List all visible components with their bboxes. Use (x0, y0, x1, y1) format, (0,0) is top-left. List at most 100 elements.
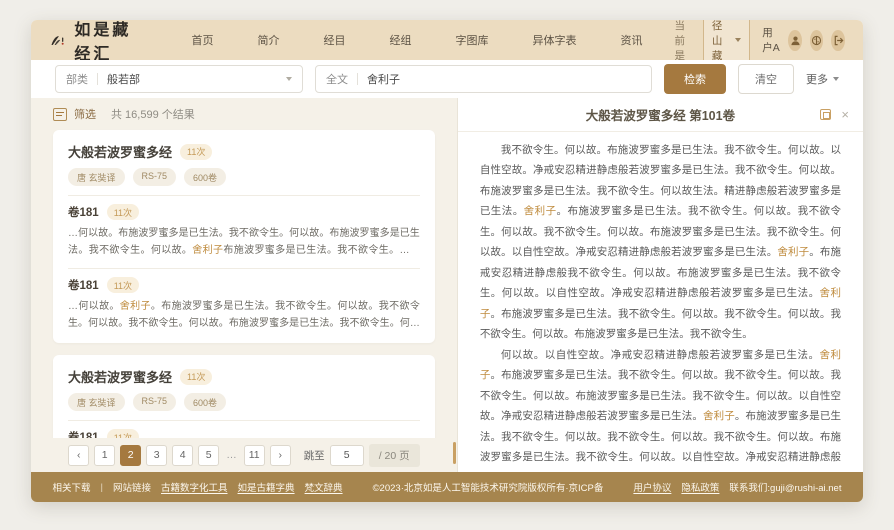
chevron-down-icon (286, 77, 292, 81)
reader-panel: 大般若波罗蜜多经 第101卷 × 我不欲令生。何以故。布施波罗蜜多是已生法。我不… (458, 98, 863, 472)
keyword-highlight: 舍利子 (703, 410, 735, 422)
clear-button[interactable]: 清空 (738, 64, 794, 94)
reader-header: 大般若波罗蜜多经 第101卷 × (458, 98, 863, 132)
volume-row: 卷181 11次 (68, 204, 420, 220)
footer-link[interactable]: 隐私政策 (681, 480, 719, 494)
settings-button[interactable] (810, 30, 824, 51)
current-edition-label: 当前是 (675, 20, 695, 63)
volume-label: 卷181 (68, 429, 99, 438)
footer-link[interactable]: 梵文辞典 (305, 480, 343, 494)
fulltext-field: 全文 (315, 65, 652, 93)
footer-left-links: 相关下载|网站链接古籍数字化工具如是古籍字典梵文辞典 (53, 480, 343, 494)
pagination-prev[interactable]: ‹ (68, 445, 89, 466)
footer-link: 网站链接 (113, 480, 151, 494)
meta-tag: 600卷 (184, 393, 226, 411)
open-original-icon[interactable] (820, 109, 831, 120)
pagination-page-2[interactable]: 2 (120, 445, 141, 466)
meta-tag: 600卷 (184, 168, 226, 186)
match-count-badge: 11次 (180, 369, 212, 385)
result-card[interactable]: 大般若波罗蜜多经 11次 唐 玄奘译RS-75600卷 卷181 11次 …何以… (53, 130, 435, 343)
filter-icon[interactable] (53, 108, 67, 121)
meta-tag: 唐 玄奘译 (68, 393, 125, 411)
close-icon[interactable]: × (841, 108, 849, 121)
volume-sections: 卷181 11次 …何以故。布施波罗蜜多是已生法。我不欲令生。何以故。布施波罗蜜… (68, 195, 420, 341)
pagination-page-3[interactable]: 3 (146, 445, 167, 466)
snippet-text: …何以故。舍利子。布施波罗蜜多是已生法。我不欲令生。何以故。我不欲令生。何以故。… (68, 298, 420, 332)
fulltext-input[interactable] (367, 73, 641, 85)
pagination-next[interactable]: › (270, 445, 291, 466)
volume-section[interactable]: 卷181 11次 …何以故。舍利子。布施波罗蜜多是已生法。我不欲令生。何以故。我… (68, 268, 420, 341)
total-pages-label: / 20 页 (369, 444, 420, 467)
more-label: 更多 (806, 71, 828, 87)
logout-icon (833, 35, 844, 46)
edition-value: 径山藏 (712, 20, 727, 63)
pagination-page-5[interactable]: 5 (198, 445, 219, 466)
result-title-row: 大般若波罗蜜多经 11次 (68, 367, 420, 386)
keyword-highlight: 舍利子 (192, 245, 223, 256)
scripture-paragraph: 何以故。以自性空故。净戒安忍精进静虑般若波罗蜜多是已生法。舍利子。布施波罗蜜多是… (480, 345, 841, 472)
logout-button[interactable] (831, 30, 845, 51)
footer-right-links: 用户协议隐私政策联系我们:guji@rushi-ai.net (633, 480, 841, 494)
nav-item-5[interactable]: 字图库 (434, 32, 511, 48)
scrollbar-thumb[interactable] (453, 442, 456, 464)
nav-item-1[interactable]: 首页 (170, 32, 236, 48)
volume-label: 卷181 (68, 204, 99, 220)
volume-row: 卷181 11次 (68, 277, 420, 293)
chevron-down-icon (833, 77, 839, 81)
top-navigation-bar: 如是藏经汇 首页简介经目经组字图库异体字表资讯 当前是 径山藏 用户A (31, 20, 863, 60)
match-count-badge: 11次 (180, 144, 212, 160)
result-card[interactable]: 大般若波罗蜜多经 11次 唐 玄奘译RS-75600卷 卷181 11次 …何以… (53, 355, 435, 438)
nav-item-6[interactable]: 异体字表 (511, 32, 599, 48)
volume-section[interactable]: 卷181 11次 …何以故。布施波罗蜜多是已生法。我不欲令生。何以故。布施波罗蜜… (68, 195, 420, 268)
username-label: 用户A (762, 25, 780, 55)
result-title[interactable]: 大般若波罗蜜多经 (68, 142, 172, 161)
category-select[interactable]: 部类 般若部 (55, 65, 303, 93)
jump-page-input[interactable] (330, 445, 364, 466)
volume-section[interactable]: 卷181 11次 …何以故。布施波罗蜜多是已生法。我不欲令生。何以故。布施波罗蜜… (68, 420, 420, 438)
results-panel: 筛选 共 16,599 个结果 大般若波罗蜜多经 11次 唐 玄奘译RS-756… (31, 98, 458, 472)
footer-link[interactable]: 用户协议 (633, 480, 671, 494)
user-avatar-button[interactable] (788, 30, 802, 51)
keyword-highlight: 舍利子 (120, 301, 151, 312)
nav-item-7[interactable]: 资讯 (599, 32, 665, 48)
result-title-row: 大般若波罗蜜多经 11次 (68, 142, 420, 161)
settings-icon (811, 35, 822, 46)
snippet-text: …何以故。布施波罗蜜多是已生法。我不欲令生。何以故。布施波罗蜜多是已生法。我不欲… (68, 225, 420, 259)
nav-item-4[interactable]: 经组 (368, 32, 434, 48)
results-count: 共 16,599 个结果 (111, 106, 195, 122)
footer: 相关下载|网站链接古籍数字化工具如是古籍字典梵文辞典©2023·北京如是人工智能… (31, 472, 863, 502)
category-value: 般若部 (107, 71, 140, 87)
results-header: 筛选 共 16,599 个结果 (31, 98, 457, 128)
nav-item-3[interactable]: 经目 (302, 32, 368, 48)
keyword-highlight: 舍利子 (524, 205, 557, 217)
more-button[interactable]: 更多 (806, 71, 839, 87)
search-button[interactable]: 检索 (664, 64, 726, 94)
footer-link[interactable]: 古籍数字化工具 (161, 480, 228, 494)
volume-sections: 卷181 11次 …何以故。布施波罗蜜多是已生法。我不欲令生。何以故。布施波罗蜜… (68, 420, 420, 438)
nav-item-2[interactable]: 简介 (236, 32, 302, 48)
pagination-page-1[interactable]: 1 (94, 445, 115, 466)
pagination-page-4[interactable]: 4 (172, 445, 193, 466)
result-title[interactable]: 大般若波罗蜜多经 (68, 367, 172, 386)
app-window: 如是藏经汇 首页简介经目经组字图库异体字表资讯 当前是 径山藏 用户A (31, 20, 863, 502)
volume-match-badge: 11次 (107, 429, 139, 438)
filter-label[interactable]: 筛选 (74, 106, 96, 122)
keyword-highlight: 舍利子 (480, 287, 841, 319)
brand-home-link[interactable]: 如是藏经汇 (49, 20, 134, 64)
scripture-paragraph: 我不欲令生。何以故。布施波罗蜜多是已生法。我不欲令生。何以故。以自性空故。净戒安… (480, 140, 841, 345)
meta-tags: 唐 玄奘译RS-75600卷 (68, 168, 420, 186)
footer-separator: | (101, 482, 103, 493)
scripture-text: 我不欲令生。何以故。布施波罗蜜多是已生法。我不欲令生。何以故。以自性空故。净戒安… (458, 132, 863, 472)
jump-label: 跳至 (304, 448, 325, 463)
pagination-ellipsis: … (224, 449, 239, 461)
field-divider (97, 73, 98, 85)
reader-title: 大般若波罗蜜多经 第101卷 (586, 105, 735, 124)
meta-tags: 唐 玄奘译RS-75600卷 (68, 393, 420, 411)
footer-link[interactable]: 如是古籍字典 (238, 480, 295, 494)
results-list: 大般若波罗蜜多经 11次 唐 玄奘译RS-75600卷 卷181 11次 …何以… (31, 128, 457, 438)
pagination: ‹12345 … 11› 跳至 / 20 页 (31, 438, 457, 472)
fulltext-label: 全文 (326, 71, 348, 87)
pagination-page-11[interactable]: 11 (244, 445, 265, 466)
volume-match-badge: 11次 (107, 277, 139, 293)
main-nav: 首页简介经目经组字图库异体字表资讯 (170, 32, 665, 48)
